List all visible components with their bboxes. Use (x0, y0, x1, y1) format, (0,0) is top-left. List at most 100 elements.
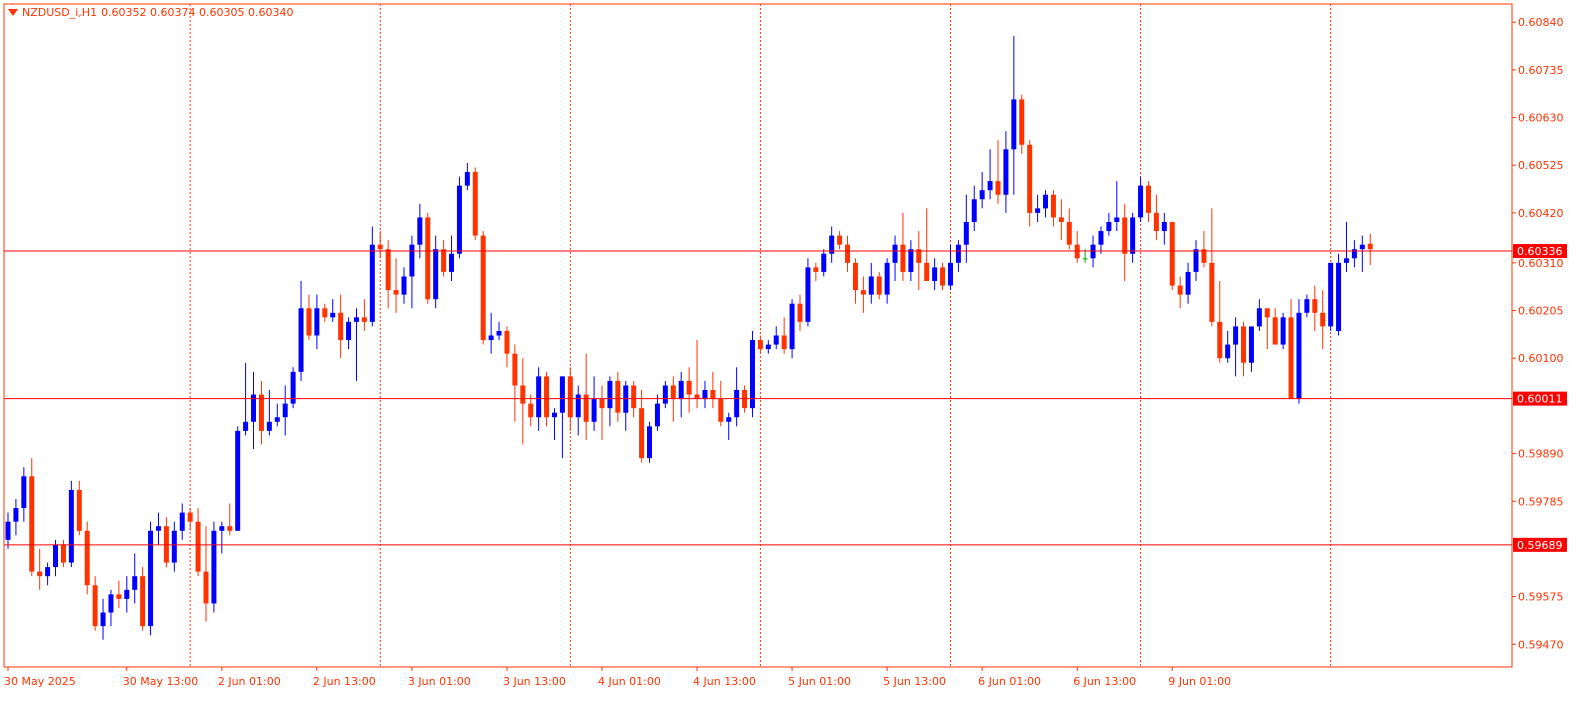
candle (734, 367, 740, 427)
candle-body (306, 308, 312, 336)
candle-body (932, 267, 938, 282)
candle-body (1272, 317, 1278, 345)
candle (171, 521, 177, 572)
x-axis-tick-label: 5 Jun 01:00 (788, 675, 851, 688)
candle (686, 367, 692, 413)
candle (773, 326, 779, 350)
candle (884, 258, 890, 304)
candle-body (1145, 185, 1151, 213)
candle-body (631, 385, 637, 409)
y-axis-tick-label: 0.60205 (1518, 305, 1564, 318)
plot-frame (3, 3, 1513, 668)
candle-body (425, 217, 431, 300)
candle-body (1343, 258, 1349, 263)
candle-body (1288, 317, 1294, 400)
candle (1328, 262, 1334, 331)
candle (1114, 181, 1120, 232)
candle (353, 308, 359, 381)
candle-body (726, 417, 732, 422)
y-axis-tick-label: 0.60735 (1518, 64, 1564, 77)
candle-body (155, 526, 161, 531)
candle-body (765, 344, 771, 350)
candle (266, 389, 272, 436)
candle-body (749, 340, 755, 409)
candle (433, 235, 439, 309)
candle (852, 258, 858, 304)
candle-body (647, 426, 653, 459)
candle-body (734, 389, 740, 418)
candle (781, 317, 787, 354)
candle (1027, 140, 1033, 227)
candle (1130, 212, 1136, 263)
candle-body (92, 585, 98, 627)
candle-body (591, 399, 597, 422)
candle-body (1003, 149, 1009, 195)
candle (409, 235, 415, 309)
candle (860, 276, 866, 313)
candle-body (1050, 194, 1056, 218)
candle (1320, 290, 1326, 350)
candle (1098, 226, 1104, 254)
candle (1367, 233, 1373, 266)
candle-body (1241, 326, 1247, 363)
candle (599, 385, 605, 440)
candle (789, 299, 795, 359)
candle (900, 212, 906, 282)
candle-body (1233, 326, 1239, 345)
candle (393, 258, 399, 313)
candle-body (1098, 231, 1104, 245)
candle (916, 231, 922, 291)
candle (837, 231, 843, 250)
candle-body (314, 308, 320, 336)
candle-body (187, 512, 193, 522)
candle (45, 562, 51, 586)
candle (1169, 221, 1175, 291)
candle (607, 376, 613, 427)
candle (148, 521, 154, 636)
candle-body (528, 403, 534, 418)
candle (1248, 326, 1254, 372)
candle-body (84, 530, 90, 586)
candle (346, 317, 352, 350)
candle-body (13, 508, 19, 522)
candle-body (852, 262, 858, 291)
candle-body (1304, 299, 1310, 313)
level-price-label: 0.60336 (1517, 245, 1563, 258)
candle-body (282, 403, 288, 418)
candle (84, 521, 90, 595)
candle (1209, 208, 1215, 327)
candle-body (662, 385, 668, 404)
candle-body (892, 244, 898, 263)
candle (1019, 94, 1025, 154)
candle-body (1193, 249, 1199, 272)
candle (591, 376, 597, 431)
candle (369, 226, 375, 327)
candle-body (963, 221, 969, 245)
candle (528, 394, 534, 427)
candle (1153, 194, 1159, 241)
candle (21, 467, 27, 522)
candle-body (29, 476, 35, 572)
candle-body (1185, 271, 1191, 295)
candle-body (837, 235, 843, 245)
candle (1185, 262, 1191, 304)
y-axis-tick-label: 0.60100 (1518, 352, 1564, 365)
candle-body (298, 308, 304, 372)
candle (251, 371, 257, 450)
x-axis-tick-label: 3 Jun 13:00 (503, 675, 566, 688)
candle (1288, 299, 1294, 400)
candle (76, 480, 82, 536)
candle-body (718, 399, 724, 422)
y-axis-tick-label: 0.59785 (1518, 495, 1564, 508)
candle (227, 503, 233, 536)
candle-body (955, 244, 961, 263)
candle-body (108, 594, 114, 613)
candle-body (639, 408, 645, 459)
candle (797, 294, 803, 331)
candle (1106, 212, 1112, 236)
candle (274, 403, 280, 427)
y-axis-tick-label: 0.59890 (1518, 448, 1564, 461)
x-axis-tick-label: 30 May 2025 (4, 675, 76, 688)
candle-body (68, 489, 74, 563)
price-chart[interactable]: 0.60840 0.60735 0.60630 0.60525 0.60420 0.603… (0, 0, 1586, 703)
